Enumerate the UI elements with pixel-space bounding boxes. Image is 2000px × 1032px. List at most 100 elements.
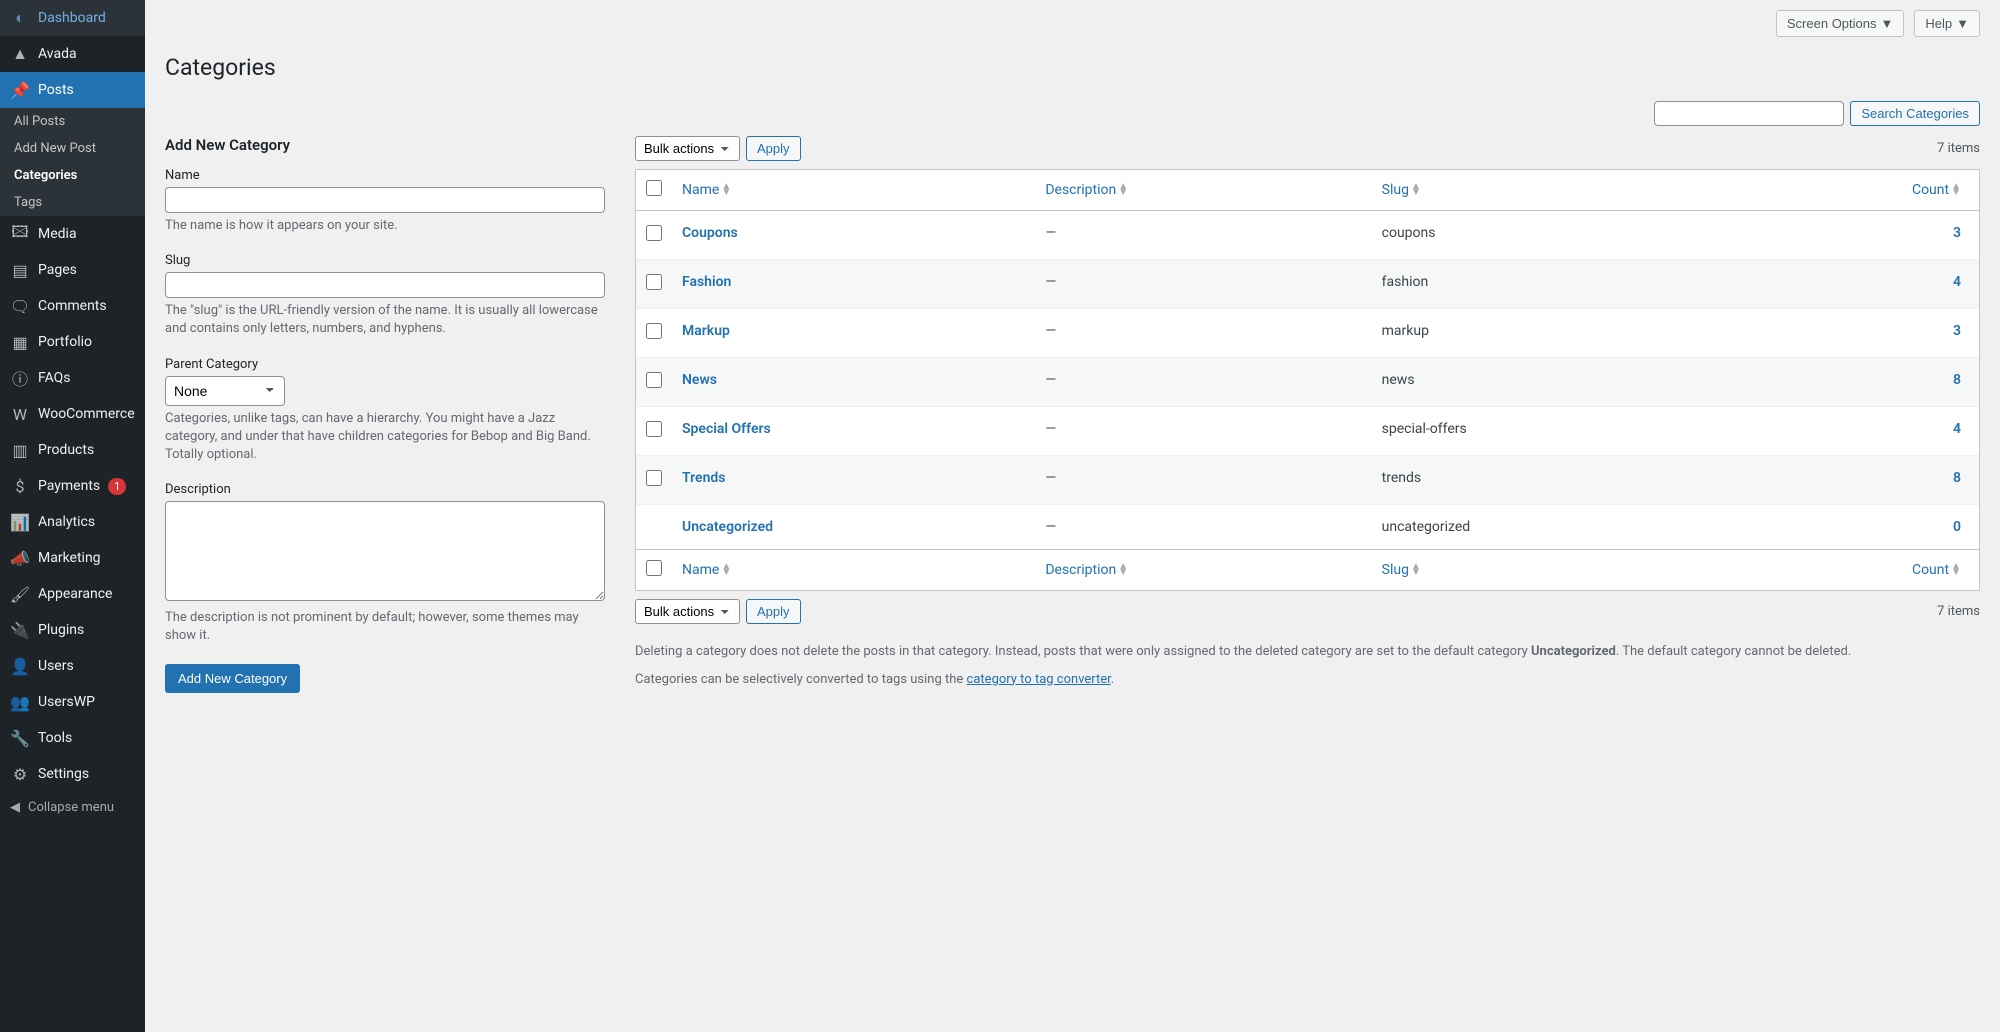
collapse-icon: ◀ [10,800,20,815]
row-slug: special-offers [1372,407,1727,456]
description-label: Description [165,482,605,497]
sidebar-item-dashboard[interactable]: ◐Dashboard [0,0,145,36]
row-checkbox[interactable] [646,372,662,388]
row-name-link[interactable]: Trends [682,470,725,486]
sidebar-item-appearance[interactable]: 🖌 Appearance [0,576,145,612]
sidebar-item-comments[interactable]: 🗨Comments [0,288,145,324]
row-description: — [1035,260,1371,309]
select-all-top[interactable] [646,180,662,196]
row-slug: fashion [1372,260,1727,309]
sidebar-item-posts[interactable]: 📌Posts [0,72,145,108]
items-count-top: 7 items [1937,141,1980,156]
sidebar-item-products[interactable]: ▥Products [0,432,145,468]
tools-icon: 🔧 [10,728,30,748]
sidebar-item-media[interactable]: 🖾 Media [0,216,145,252]
media-icon: 🖾 [10,224,30,244]
row-checkbox[interactable] [646,274,662,290]
table-row: News—news8 [636,358,1979,407]
col-slug[interactable]: Slug▲▼ [1372,549,1727,590]
sidebar-item-label: UsersWP [38,694,95,710]
table-row: Uncategorized—uncategorized0 [636,505,1979,549]
sidebar-item-marketing[interactable]: 📣 Marketing [0,540,145,576]
sidebar-item-userswp[interactable]: 👥UsersWP [0,684,145,720]
marketing-icon: 📣 [10,548,30,568]
bulk-actions-select-top[interactable]: Bulk actions [635,136,740,161]
row-name-link[interactable]: Coupons [682,225,738,241]
row-slug: markup [1372,309,1727,358]
submenu-item-all-posts[interactable]: All Posts [0,108,145,135]
row-description: — [1035,358,1371,407]
woo-icon: W [10,404,30,424]
sort-icon: ▲▼ [1118,184,1128,196]
sidebar-item-payments[interactable]: $Payments1 [0,468,145,504]
collapse-menu[interactable]: ◀Collapse menu [0,792,145,823]
sidebar-item-pages[interactable]: ▤Pages [0,252,145,288]
admin-sidebar: ◐Dashboard▲Avada📌PostsAll PostsAdd New P… [0,0,145,1032]
bulk-actions-select-bottom[interactable]: Bulk actions [635,599,740,624]
select-all-bottom[interactable] [646,560,662,576]
sidebar-item-woocommerce[interactable]: WWooCommerce [0,396,145,432]
sidebar-item-avada[interactable]: ▲Avada [0,36,145,72]
row-checkbox[interactable] [646,470,662,486]
screen-options-button[interactable]: Screen Options ▼ [1776,10,1904,37]
row-count-link[interactable]: 4 [1953,421,1961,437]
category-to-tag-link[interactable]: category to tag converter [967,672,1111,687]
search-input[interactable] [1654,101,1844,126]
col-slug[interactable]: Slug▲▼ [1372,170,1727,211]
apply-button-bottom[interactable]: Apply [746,599,801,624]
row-name-link[interactable]: Fashion [682,274,731,290]
row-name-link[interactable]: News [682,372,717,388]
apply-button-top[interactable]: Apply [746,136,801,161]
name-help: The name is how it appears on your site. [165,217,605,235]
products-icon: ▥ [10,440,30,460]
sort-icon: ▲▼ [1951,184,1961,196]
avada-icon: ▲ [10,44,30,64]
row-count-link[interactable]: 4 [1953,274,1961,290]
sidebar-item-label: Marketing [38,550,101,566]
name-input[interactable] [165,187,605,213]
sidebar-item-analytics[interactable]: 📊Analytics [0,504,145,540]
description-help: The description is not prominent by defa… [165,609,605,645]
submenu-item-tags[interactable]: Tags [0,189,145,216]
add-category-button[interactable]: Add New Category [165,664,300,693]
parent-select[interactable]: None [165,376,285,406]
row-count-link[interactable]: 8 [1953,470,1961,486]
row-name-link[interactable]: Uncategorized [682,519,773,535]
sidebar-item-label: Media [38,226,77,242]
col-name[interactable]: Name▲▼ [672,549,1035,590]
row-checkbox[interactable] [646,421,662,437]
row-count-link[interactable]: 3 [1953,323,1961,339]
row-name-link[interactable]: Markup [682,323,730,339]
row-count-link[interactable]: 0 [1953,519,1961,535]
description-textarea[interactable] [165,501,605,601]
row-name-link[interactable]: Special Offers [682,421,771,437]
col-count[interactable]: Count▲▼ [1727,170,1979,211]
sort-icon: ▲▼ [1951,564,1961,576]
sidebar-item-label: Dashboard [38,10,106,26]
appearance-icon: 🖌 [10,584,30,604]
sidebar-item-users[interactable]: 👤Users [0,648,145,684]
help-button[interactable]: Help ▼ [1914,10,1980,37]
slug-input[interactable] [165,272,605,298]
row-count-link[interactable]: 3 [1953,225,1961,241]
sidebar-item-label: Appearance [38,586,112,602]
sidebar-item-tools[interactable]: 🔧Tools [0,720,145,756]
plugins-icon: 🔌 [10,620,30,640]
col-count[interactable]: Count▲▼ [1727,549,1979,590]
col-name[interactable]: Name▲▼ [672,170,1035,211]
sidebar-item-plugins[interactable]: 🔌Plugins [0,612,145,648]
sidebar-item-faqs[interactable]: ⓘFAQs [0,360,145,396]
search-categories-button[interactable]: Search Categories [1850,101,1980,126]
sidebar-item-portfolio[interactable]: ▦Portfolio [0,324,145,360]
submenu-item-add-new-post[interactable]: Add New Post [0,135,145,162]
sidebar-item-label: Pages [38,262,77,278]
col-description[interactable]: Description▲▼ [1035,549,1371,590]
row-checkbox[interactable] [646,323,662,339]
row-slug: coupons [1372,211,1727,260]
sidebar-item-settings[interactable]: ⚙Settings [0,756,145,792]
row-checkbox[interactable] [646,225,662,241]
row-count-link[interactable]: 8 [1953,372,1961,388]
col-description[interactable]: Description▲▼ [1035,170,1371,211]
submenu-item-categories[interactable]: Categories [0,162,145,189]
form-title: Add New Category [165,136,605,154]
